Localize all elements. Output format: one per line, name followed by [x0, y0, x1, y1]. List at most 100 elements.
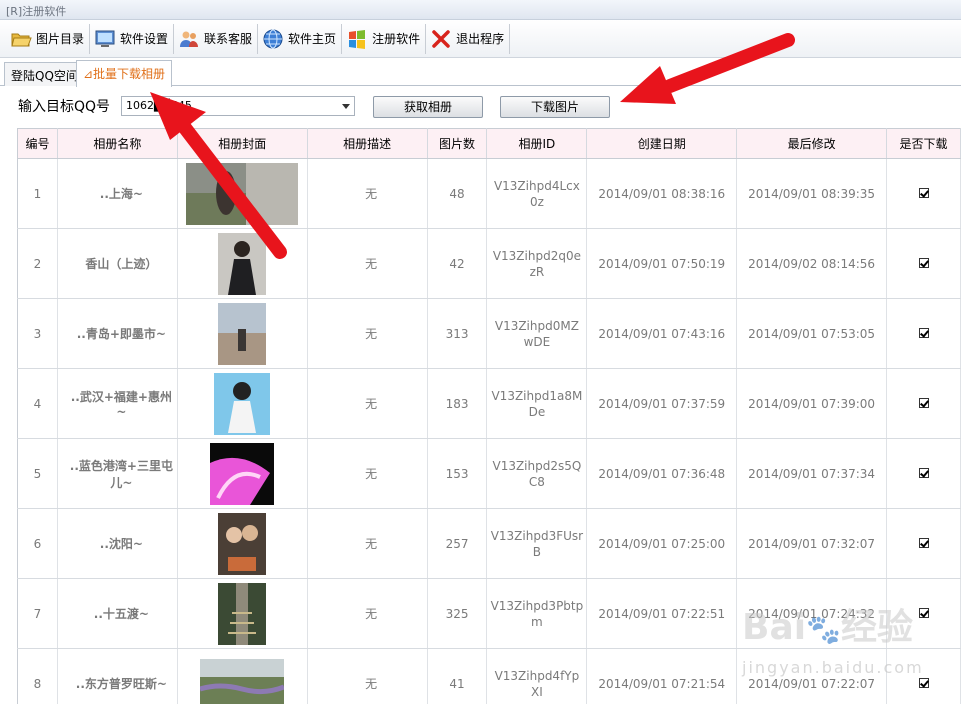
table-row[interactable]: 6 ..沈阳~ 无 257 V13Zihpd3FUsrB 2014/09/01 … — [17, 508, 961, 579]
baidu-watermark: Bai🐾经验 — [742, 607, 913, 648]
toolbar-label: 联系客服 — [204, 32, 253, 46]
close-icon — [432, 29, 450, 48]
table-row[interactable]: 2 香山（上迹） 无 42 V13Zihpd2q0ezR 2014/09/01 … — [17, 228, 961, 299]
get-album-button[interactable]: 获取相册 — [373, 96, 483, 118]
album-desc: 无 — [307, 508, 428, 579]
qq-number-combobox[interactable]: 1062▉▉545 — [121, 96, 355, 116]
toolbar-label: 软件主页 — [288, 32, 337, 46]
row-index: 8 — [17, 648, 58, 704]
row-index: 2 — [17, 228, 58, 299]
column-header-count[interactable]: 图片数 — [427, 128, 488, 159]
toolbar-label: 图片目录 — [36, 32, 85, 46]
table-row[interactable]: 4 ..武汉+福建+惠州~ 无 183 V13Zihpd1a8MDe 2014/… — [17, 368, 961, 439]
photo-cover-1 — [186, 162, 299, 225]
photo-count: 153 — [427, 438, 488, 509]
download-checkbox[interactable] — [918, 467, 929, 478]
photo-count: 257 — [427, 508, 488, 579]
column-header-download[interactable]: 是否下载 — [886, 128, 961, 159]
photo-count: 41 — [427, 648, 488, 704]
download-images-button[interactable]: 下载图片 — [500, 96, 610, 118]
row-index: 5 — [17, 438, 58, 509]
download-checkbox[interactable] — [918, 187, 929, 198]
album-cover-cell — [177, 508, 308, 579]
download-checkbox[interactable] — [918, 677, 929, 688]
photo-count: 325 — [427, 578, 488, 649]
album-name: ..蓝色港湾+三里屯儿~ — [57, 438, 178, 509]
tab-qzone-login[interactable]: 登陆QQ空间 — [4, 62, 85, 86]
album-desc: 无 — [307, 578, 428, 649]
photo-cover-8 — [200, 658, 285, 704]
album-name: ..沈阳~ — [57, 508, 178, 579]
chevron-down-icon[interactable] — [342, 104, 350, 109]
photo-count: 183 — [427, 368, 488, 439]
window-title: [R]注册软件 — [0, 0, 961, 20]
album-cover-cell — [177, 648, 308, 704]
toolbar-label: 软件设置 — [120, 32, 169, 46]
table-row[interactable]: 1 ..上海~ 无 48 V13Zihpd4Lcx0z 2014/09/01 0… — [17, 158, 961, 229]
settings-button[interactable]: 软件设置 — [90, 23, 175, 54]
album-cover-cell — [177, 438, 308, 509]
modified-date: 2014/09/01 07:37:34 — [736, 438, 888, 509]
column-header-index[interactable]: 编号 — [17, 128, 58, 159]
download-cell — [886, 228, 961, 299]
download-cell — [886, 508, 961, 579]
download-checkbox[interactable] — [918, 327, 929, 338]
toolbar-label: 注册软件 — [372, 32, 421, 46]
qq-number-value: 1062▉▉545 — [126, 99, 192, 112]
modified-date: 2014/09/02 08:14:56 — [736, 228, 888, 299]
tab-batch-download[interactable]: ⊿批量下载相册 — [76, 60, 173, 87]
photo-cover-7 — [218, 582, 267, 645]
globe-icon — [263, 29, 283, 48]
created-date: 2014/09/01 07:21:54 — [586, 648, 738, 704]
table-header: 编号 相册名称 相册封面 相册描述 图片数 相册ID 创建日期 最后修改 是否下… — [17, 128, 961, 159]
tab-strip: 登陆QQ空间 ⊿批量下载相册 — [0, 58, 961, 87]
homepage-button[interactable]: 软件主页 — [258, 23, 343, 54]
modified-date: 2014/09/01 07:39:00 — [736, 368, 888, 439]
table-row[interactable]: 5 ..蓝色港湾+三里屯儿~ 无 153 V13Zihpd2s5QC8 2014… — [17, 438, 961, 509]
download-checkbox[interactable] — [918, 257, 929, 268]
watermark-url: jingyan.baidu.com — [742, 658, 924, 677]
users-icon — [180, 31, 199, 47]
contact-support-button[interactable]: 联系客服 — [174, 23, 259, 54]
column-header-created[interactable]: 创建日期 — [586, 128, 738, 159]
album-cover-cell — [177, 158, 308, 229]
photo-cover-6 — [218, 512, 267, 575]
album-id: V13Zihpd2q0ezR — [486, 228, 588, 299]
column-header-name[interactable]: 相册名称 — [57, 128, 178, 159]
photo-cover-2 — [218, 232, 267, 295]
album-id: V13Zihpd3Pbtpm — [486, 578, 588, 649]
album-cover-cell — [177, 228, 308, 299]
download-cell — [886, 368, 961, 439]
album-id: V13Zihpd4fYpXI — [486, 648, 588, 704]
album-desc: 无 — [307, 228, 428, 299]
photo-cover-4 — [214, 372, 271, 435]
download-checkbox[interactable] — [918, 397, 929, 408]
row-index: 7 — [17, 578, 58, 649]
album-cover-cell — [177, 368, 308, 439]
album-name: 香山（上迹） — [57, 228, 178, 299]
toolbar-label: 退出程序 — [456, 32, 505, 46]
row-index: 6 — [17, 508, 58, 579]
column-header-cover[interactable]: 相册封面 — [177, 128, 308, 159]
photo-cover-5 — [210, 442, 275, 505]
register-button[interactable]: 注册软件 — [342, 23, 427, 54]
toolbar: 图片目录 软件设置 联系客服 软件主页 注册软件 退出程序 — [0, 20, 961, 58]
table-row[interactable]: 3 ..青岛+即墨市~ 无 313 V13Zihpd0MZwDE 2014/09… — [17, 298, 961, 369]
row-index: 1 — [17, 158, 58, 229]
download-checkbox[interactable] — [918, 607, 929, 618]
exit-button[interactable]: 退出程序 — [426, 23, 511, 54]
album-id: V13Zihpd3FUsrB — [486, 508, 588, 579]
row-index: 4 — [17, 368, 58, 439]
image-folder-button[interactable]: 图片目录 — [6, 23, 91, 54]
download-checkbox[interactable] — [918, 537, 929, 548]
album-cover-cell — [177, 298, 308, 369]
column-header-album-id[interactable]: 相册ID — [486, 128, 588, 159]
album-name: ..东方普罗旺斯~ — [57, 648, 178, 704]
album-desc: 无 — [307, 438, 428, 509]
album-id: V13Zihpd0MZwDE — [486, 298, 588, 369]
monitor-icon — [95, 30, 115, 47]
album-id: V13Zihpd1a8MDe — [486, 368, 588, 439]
column-header-modified[interactable]: 最后修改 — [736, 128, 888, 159]
column-header-desc[interactable]: 相册描述 — [307, 128, 428, 159]
album-desc: 无 — [307, 158, 428, 229]
